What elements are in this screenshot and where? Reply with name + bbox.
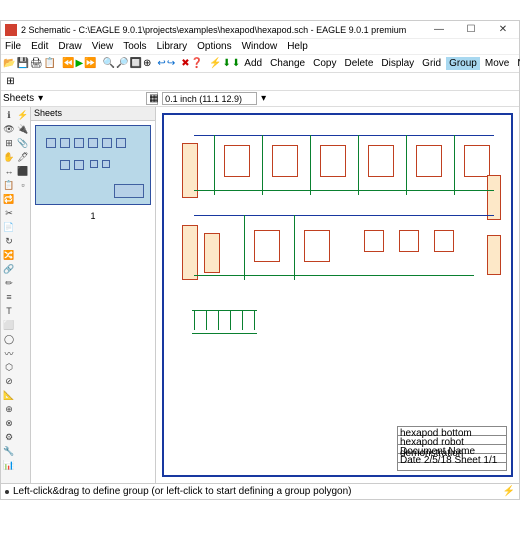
undo-icon[interactable]: ↩ (157, 56, 165, 71)
menu-draw[interactable]: Draw (58, 41, 81, 52)
help-icon[interactable]: ❓ (191, 56, 203, 71)
status-indicator-icon: ⚡ (503, 486, 515, 497)
zoom-select-icon[interactable]: ⊕ (143, 56, 151, 71)
info-tool-icon[interactable]: ℹ (2, 108, 16, 122)
group-tool-icon[interactable]: ↻ (2, 234, 16, 248)
menu-window[interactable]: Window (242, 41, 278, 52)
delete-tool-icon[interactable]: ⊘ (2, 374, 16, 388)
titleblock-docname: Document Name (398, 445, 506, 454)
mark-tool-icon[interactable]: 🖊 (16, 150, 30, 164)
cmd-change[interactable]: Change (267, 57, 308, 70)
titleblock-date: Date 2/5/18 Sheet 1/1 (398, 454, 506, 463)
menu-edit[interactable]: Edit (31, 41, 48, 52)
close-button[interactable]: ✕ (491, 24, 515, 35)
sheets-panel: Sheets 1 (31, 107, 156, 483)
bus-tool-icon[interactable]: ≡ (2, 290, 16, 304)
menu-options[interactable]: Options (197, 41, 231, 52)
name-tool-icon[interactable]: 🔧 (2, 444, 16, 458)
zoom-out-icon[interactable]: 🔎 (116, 56, 128, 71)
cmd-move[interactable]: Move (482, 57, 512, 70)
cmd-display[interactable]: Display (378, 57, 417, 70)
sheet-thumbnail[interactable] (35, 125, 151, 205)
dimension-tool-icon[interactable]: 📐 (2, 388, 16, 402)
window-title: 2 Schematic - C:\EAGLE 9.0.1\projects\ex… (21, 25, 427, 35)
cut-tool-icon[interactable]: ✂ (2, 206, 16, 220)
titleblock-title: hexapod bottom (398, 427, 506, 436)
sheets-dropdown-icon[interactable]: ▾ (38, 93, 43, 104)
value-tool-icon[interactable]: 📊 (2, 458, 16, 472)
label-tool-icon[interactable]: ▫ (16, 178, 30, 192)
title-block: hexapod bottom hexapod robot demonstrati… (397, 426, 507, 471)
play-icon[interactable]: ▶ (76, 56, 84, 71)
menu-library[interactable]: Library (157, 41, 188, 52)
invoke-tool-icon[interactable]: 🔌 (16, 122, 30, 136)
zoom-in-icon[interactable]: 🔍 (103, 56, 115, 71)
replace-tool-icon[interactable]: ⊗ (2, 416, 16, 430)
grid-icon[interactable]: ⊞ (3, 74, 18, 89)
down2-icon[interactable]: ⬇ (232, 56, 240, 71)
text-tool-icon[interactable]: T (2, 304, 16, 318)
cmd-add[interactable]: Add (241, 57, 265, 70)
status-dot-icon (5, 490, 9, 494)
net-tool-icon[interactable]: 🔗 (2, 262, 16, 276)
erc-icon[interactable]: ⚡ (209, 56, 221, 71)
wire-tool-icon[interactable]: ✏ (2, 276, 16, 290)
main-toolbar: 📂 💾 🖨 📋 ⏪ ▶ ⏩ 🔍 🔎 🔲 ⊕ ↩ ↪ ✖ ❓ ⚡ ⬇ ⬇ Add … (1, 55, 519, 73)
cancel-icon[interactable]: ✖ (181, 56, 189, 71)
board-icon[interactable]: 📋 (44, 56, 56, 71)
copy-tool-icon[interactable]: 📋 (2, 178, 16, 192)
move-tool-icon[interactable]: ✋ (2, 150, 16, 164)
sheet-number: 1 (31, 211, 155, 221)
mirror-tool-icon[interactable]: ↔ (2, 164, 16, 178)
add-tool-icon[interactable]: ⊕ (2, 402, 16, 416)
context-toolbar: Sheets ▾ ▦ ▾ (1, 91, 519, 107)
titleblock-desc: hexapod robot demonstration (398, 436, 506, 445)
sheets-header: Sheets (31, 107, 155, 121)
arc-tool-icon[interactable]: 〰 (2, 346, 16, 360)
menu-tools[interactable]: Tools (123, 41, 146, 52)
tool-palette: ℹ 👁 ⊞ ✋ ↔ 📋 🔁 ✂ 📄 ↻ 🔀 🔗 ✏ ≡ T ⬜ ◯ 〰 ⬡ ⊘ … (1, 107, 31, 483)
status-text: Left-click&drag to define group (or left… (13, 486, 352, 497)
grid-dropdown-icon[interactable]: ▾ (261, 93, 266, 104)
paste-tool-icon[interactable]: 📄 (2, 220, 16, 234)
minimize-button[interactable]: — (427, 24, 451, 35)
cmd-name[interactable]: Name (514, 57, 520, 70)
status-bar: Left-click&drag to define group (or left… (1, 483, 519, 499)
polygon-tool-icon[interactable]: ⬡ (2, 360, 16, 374)
menu-file[interactable]: File (5, 41, 21, 52)
forward-icon[interactable]: ⏩ (84, 56, 96, 71)
show-tool-icon[interactable]: 👁 (2, 122, 16, 136)
print-icon[interactable]: 🖨 (30, 56, 43, 71)
redo-icon[interactable]: ↪ (167, 56, 175, 71)
rect-tool-icon[interactable]: ⬜ (2, 318, 16, 332)
save-icon[interactable]: 💾 (16, 56, 28, 71)
sheets-toggle[interactable]: Sheets (3, 93, 34, 104)
maximize-button[interactable]: ☐ (459, 24, 483, 35)
schematic-canvas[interactable]: hexapod bottom hexapod robot demonstrati… (156, 107, 519, 483)
cmd-copy[interactable]: Copy (310, 57, 339, 70)
app-icon (5, 24, 17, 36)
grid-toggle-icon[interactable]: ▦ (146, 92, 158, 105)
zoom-fit-icon[interactable]: 🔲 (130, 56, 142, 71)
secondary-toolbar: ⊞ (1, 73, 519, 91)
cmd-group[interactable]: Group (446, 57, 480, 70)
pinswap-tool-icon[interactable]: 📎 (16, 136, 30, 150)
open-icon[interactable]: 📂 (3, 56, 15, 71)
menu-help[interactable]: Help (287, 41, 308, 52)
erc-tool-icon[interactable]: ⬛ (16, 164, 30, 178)
change-tool-icon[interactable]: 🔀 (2, 248, 16, 262)
circle-tool-icon[interactable]: ◯ (2, 332, 16, 346)
menu-view[interactable]: View (92, 41, 114, 52)
cmd-delete[interactable]: Delete (341, 57, 376, 70)
coord-input[interactable] (162, 92, 257, 105)
gate-tool-icon[interactable]: ⚙ (2, 430, 16, 444)
down1-icon[interactable]: ⬇ (223, 56, 231, 71)
cmd-grid[interactable]: Grid (419, 57, 444, 70)
rotate-tool-icon[interactable]: 🔁 (2, 192, 16, 206)
back-icon[interactable]: ⏪ (62, 56, 74, 71)
display-tool-icon[interactable]: ⊞ (2, 136, 16, 150)
smash-tool-icon[interactable]: ⚡ (16, 108, 30, 122)
menu-bar: File Edit Draw View Tools Library Option… (1, 39, 519, 55)
